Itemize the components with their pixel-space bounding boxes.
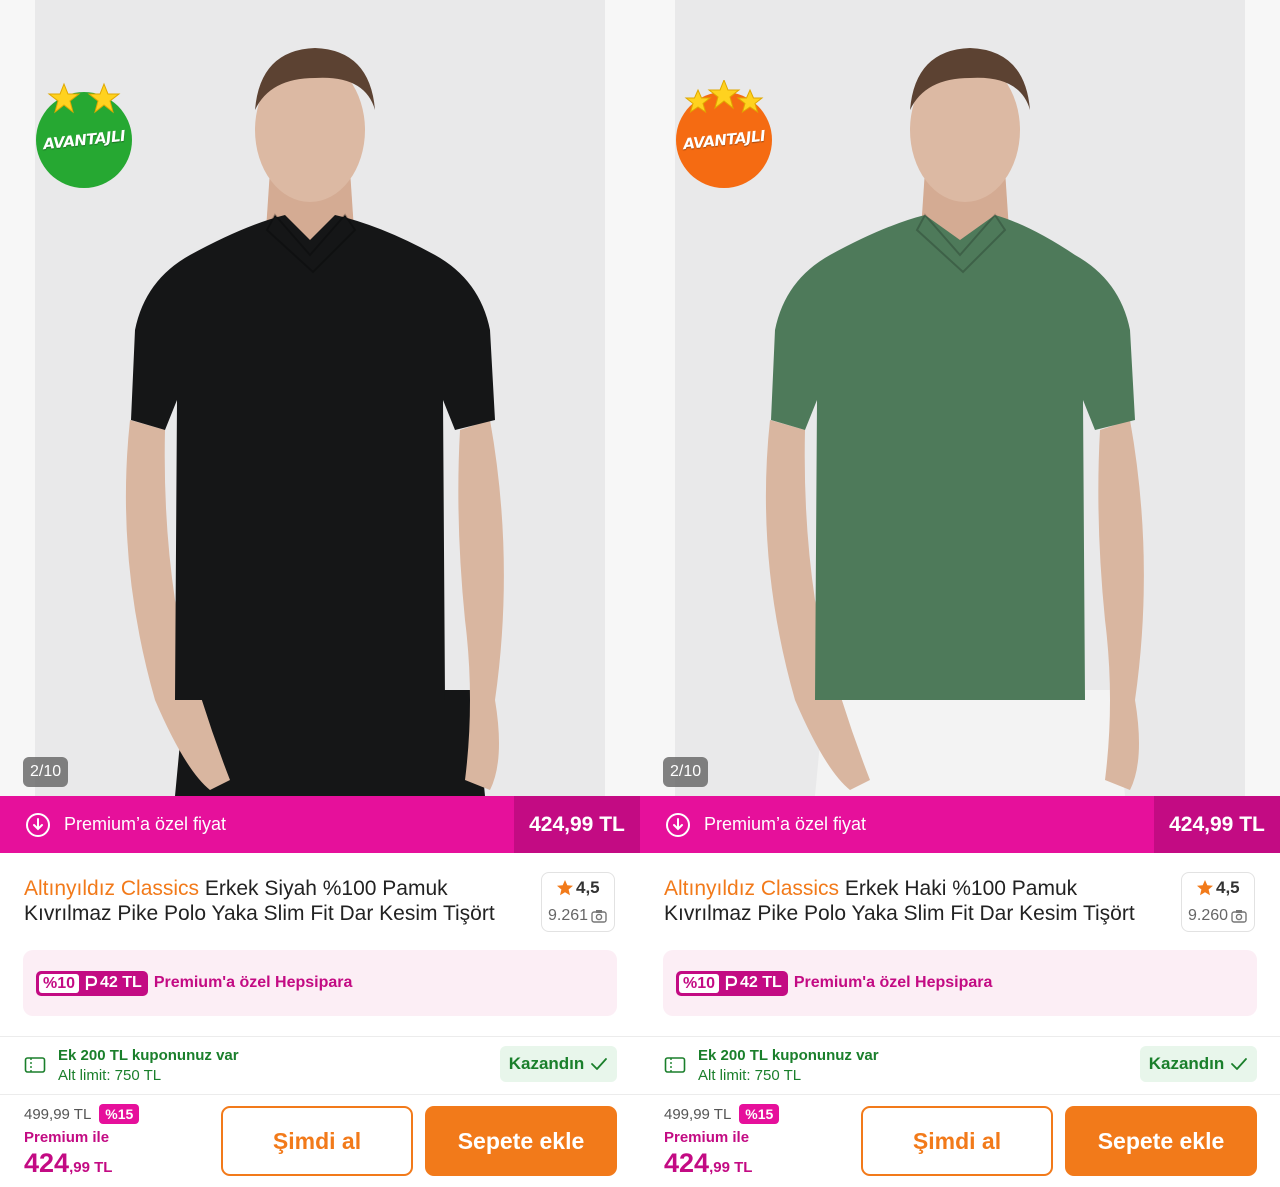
hepsipara-amount: 42 TL [740, 974, 782, 991]
rating-box[interactable]: 4,5 9.260 [1181, 872, 1255, 932]
premium-price: 424,99 TL [1154, 796, 1280, 853]
hepsipara-label: Premium'a özel Hepsipara [153, 974, 353, 991]
hepsipara-banner[interactable]: %10 42 TL Premium'a özel Hepsipara [663, 950, 1257, 1016]
coupon-earned-label: Kazandın [1148, 1054, 1225, 1073]
price-main: 424 [664, 1148, 710, 1178]
premium-badge-icon [666, 812, 690, 837]
rating-value: 4,5 [1216, 878, 1240, 897]
coupon-earned-badge[interactable]: Kazandın [1140, 1046, 1257, 1082]
coupon-title: Ek 200 TL kuponunuz var [698, 1047, 879, 1064]
check-icon [1231, 1058, 1248, 1070]
advantage-badge: AVANTAJLI [676, 80, 772, 188]
product-title[interactable]: Altınyıldız Classics Erkek Siyah %100 Pa… [24, 876, 524, 926]
advantage-badge-label: AVANTAJLI [682, 126, 766, 154]
final-price: 424,99 TL [664, 1148, 752, 1179]
hepsipara-percent: %10 [39, 973, 80, 993]
product-title[interactable]: Altınyıldız Classics Erkek Haki %100 Pam… [664, 876, 1164, 926]
hepsipara-tag: %10 42 TL [676, 970, 788, 996]
rating-value: 4,5 [576, 878, 600, 897]
premium-price-label: Premium’a özel fiyat [704, 814, 867, 834]
product-image-gallery[interactable]: AVANTAJLI 2/10 [640, 0, 1280, 796]
advantage-badge-label: AVANTAJLI [42, 126, 126, 154]
hepsipara-icon [725, 975, 738, 990]
buy-now-button[interactable]: Şimdi al [861, 1106, 1053, 1176]
coupon-earned-badge[interactable]: Kazandın [500, 1046, 617, 1082]
check-icon [591, 1058, 608, 1070]
review-count: 9.261 [548, 907, 589, 924]
hepsipara-amount-wrap: 42 TL [724, 974, 785, 992]
camera-icon [591, 910, 607, 923]
premium-badge-icon [26, 812, 50, 837]
rating-box[interactable]: 4,5 9.261 [541, 872, 615, 932]
advantage-badge: AVANTAJLI [36, 82, 132, 188]
hepsipara-banner[interactable]: %10 42 TL Premium'a özel Hepsipara [23, 950, 617, 1016]
product-image-gallery[interactable]: AVANTAJLI 2/10 [0, 0, 640, 796]
discount-badge: %15 [739, 1104, 780, 1124]
hepsipara-percent: %10 [679, 973, 720, 993]
hepsipara-amount-wrap: 42 TL [84, 974, 145, 992]
price-decimal: ,99 TL [709, 1159, 753, 1176]
divider [640, 1036, 1280, 1037]
coupon-earned-label: Kazandın [508, 1054, 585, 1073]
review-count: 9.260 [1188, 907, 1229, 924]
premium-with-label: Premium ile [664, 1129, 750, 1146]
coupon-title: Ek 200 TL kuponunuz var [58, 1047, 239, 1064]
product-card[interactable]: AVANTAJLI 2/10 Premium’a özel fiyat 424,… [640, 0, 1280, 1187]
divider [0, 1094, 640, 1095]
hepsipara-tag: %10 42 TL [36, 970, 148, 996]
premium-price-label: Premium’a özel fiyat [64, 814, 227, 834]
badge-stars-icon [684, 80, 764, 114]
premium-price-bar: Premium’a özel fiyat 424,99 TL [0, 796, 640, 853]
final-price: 424,99 TL [24, 1148, 112, 1179]
old-price-row: 499,99 TL %15 [664, 1104, 780, 1124]
premium-price: 424,99 TL [514, 796, 640, 853]
star-icon [1197, 880, 1213, 896]
old-price: 499,99 TL [24, 1105, 92, 1123]
image-counter: 2/10 [23, 757, 69, 787]
price-decimal: ,99 TL [69, 1159, 113, 1176]
coupon-limit: Alt limit: 750 TL [58, 1067, 162, 1084]
coupon-limit: Alt limit: 750 TL [698, 1067, 802, 1084]
old-price-row: 499,99 TL %15 [24, 1104, 140, 1124]
divider [640, 1094, 1280, 1095]
old-price: 499,99 TL [664, 1105, 732, 1123]
product-card[interactable]: AVANTAJLI 2/10 Premium’a özel fiyat 424,… [0, 0, 640, 1187]
coupon-icon [664, 1057, 686, 1073]
divider [0, 1036, 640, 1037]
buy-now-button[interactable]: Şimdi al [221, 1106, 413, 1176]
add-to-cart-button[interactable]: Sepete ekle [1065, 1106, 1257, 1176]
discount-badge: %15 [99, 1104, 140, 1124]
brand-name[interactable]: Altınyıldız Classics [24, 877, 199, 900]
price-main: 424 [24, 1148, 70, 1178]
add-to-cart-button[interactable]: Sepete ekle [425, 1106, 617, 1176]
coupon-icon [24, 1057, 46, 1073]
camera-icon [1231, 910, 1247, 923]
premium-with-label: Premium ile [24, 1129, 110, 1146]
premium-price-bar: Premium’a özel fiyat 424,99 TL [640, 796, 1280, 853]
badge-stars-icon [47, 82, 121, 114]
hepsipara-icon [85, 975, 98, 990]
hepsipara-amount: 42 TL [100, 974, 142, 991]
brand-name[interactable]: Altınyıldız Classics [664, 877, 839, 900]
hepsipara-label: Premium'a özel Hepsipara [793, 974, 993, 991]
image-counter: 2/10 [663, 757, 709, 787]
star-icon [557, 880, 573, 896]
